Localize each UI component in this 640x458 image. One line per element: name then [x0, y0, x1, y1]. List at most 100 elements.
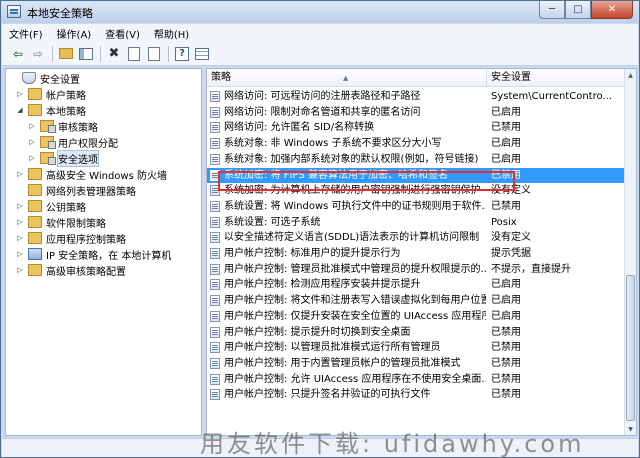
expand-arrow-icon[interactable]: ▷ — [28, 138, 36, 146]
policy-row[interactable]: 用户帐户控制: 提示提升时切换到安全桌面 已禁用 — [207, 325, 625, 341]
scroll-up-icon[interactable]: ▲ — [625, 69, 636, 81]
policy-row[interactable]: 用户帐户控制: 管理员批准模式中管理员的提升权限提示的... 不提示，直接提升 — [207, 262, 625, 278]
folder-icon — [28, 168, 42, 180]
tree-item-label: 公钥策略 — [46, 202, 86, 214]
policy-row[interactable]: 用户帐户控制: 允许 UIAccess 应用程序在不使用安全桌面... 已禁用 — [207, 372, 625, 388]
policy-setting-value: 已禁用 — [491, 342, 521, 354]
policy-name: 用户帐户控制: 管理员批准模式中管理员的提升权限提示的... — [224, 263, 486, 275]
policy-row[interactable]: 网络访问: 允许匿名 SID/名称转换 已禁用 — [207, 120, 625, 136]
policy-setting-value: 已启用 — [491, 279, 521, 291]
tree-item-network-list-manager[interactable]: 网络列表管理器策略 — [16, 182, 136, 198]
tree-toggle — [16, 186, 24, 194]
window-title: 本地安全策略 — [27, 7, 93, 20]
policy-list-pane[interactable]: 策略 ▲ 安全设置 网络访问: 可远程访问的注册表路径和子路径 System\Cu… — [206, 68, 637, 436]
policy-name: 网络访问: 限制对命名管道和共享的匿名访问 — [224, 106, 421, 118]
expand-arrow-icon[interactable]: ▷ — [16, 250, 24, 258]
menu-view[interactable]: 查看(V) — [98, 26, 147, 41]
tree-item-label: 用户权限分配 — [58, 138, 118, 150]
view-grid-button[interactable] — [194, 46, 210, 62]
tree-item-account-policies[interactable]: ▷ 帐户策略 — [16, 86, 86, 102]
policy-name: 系统设置: 将 Windows 可执行文件中的证书规则用于软件... — [224, 200, 486, 212]
toolbar-separator — [52, 45, 53, 62]
title-bar[interactable]: 本地安全策略 ─ □ ✕ — [1, 1, 639, 23]
expand-arrow-icon[interactable]: ▷ — [16, 202, 24, 210]
expand-arrow-icon[interactable]: ▷ — [16, 218, 24, 226]
policy-row[interactable]: 系统对象: 非 Windows 子系统不要求区分大小写 已启用 — [207, 136, 625, 152]
folder-up-icon — [59, 48, 73, 59]
policy-row[interactable]: 用户帐户控制: 将文件和注册表写入错误虚拟化到每用户位置 已启用 — [207, 293, 625, 309]
tree-item-security-options[interactable]: ▷ 安全选项 — [28, 149, 99, 167]
policy-row[interactable]: 用户帐户控制: 以管理员批准模式运行所有管理员 已禁用 — [207, 340, 625, 356]
vertical-scrollbar[interactable]: ▲ ▼ — [624, 69, 636, 435]
tree-item-ip-security[interactable]: ▷ IP 安全策略，在 本地计算机 — [16, 246, 171, 262]
policy-row[interactable]: 用户帐户控制: 仅提升安装在安全位置的 UIAccess 应用程序 已启用 — [207, 309, 625, 325]
close-button[interactable]: ✕ — [591, 1, 633, 19]
tree-item-user-rights-assignment[interactable]: ▷ 用户权限分配 — [28, 134, 118, 150]
scroll-down-icon[interactable]: ▼ — [625, 423, 636, 435]
policy-setting-icon — [210, 122, 220, 134]
properties-button[interactable] — [126, 46, 142, 62]
policy-row[interactable]: 系统设置: 可选子系统 Posix — [207, 215, 625, 231]
policy-row[interactable]: 系统对象: 加强内部系统对象的默认权限(例如，符号链接) 已启用 — [207, 152, 625, 168]
policy-setting-icon — [210, 342, 220, 354]
minimize-button[interactable]: ─ — [539, 1, 565, 19]
delete-icon[interactable]: ✖ — [106, 46, 122, 62]
maximize-button[interactable]: □ — [565, 1, 591, 19]
policy-row[interactable]: 用户帐户控制: 用于内置管理员帐户的管理员批准模式 已禁用 — [207, 356, 625, 372]
policy-row[interactable]: 以安全描述符定义语言(SDDL)语法表示的计算机访问限制 没有定义 — [207, 230, 625, 246]
menu-file[interactable]: 文件(F) — [2, 26, 50, 41]
folder-icon — [28, 88, 42, 100]
policy-row[interactable]: 系统设置: 将 Windows 可执行文件中的证书规则用于软件... 已禁用 — [207, 199, 625, 215]
show-tree-button[interactable] — [78, 46, 94, 62]
policy-setting-value: 已启用 — [491, 138, 521, 150]
app-window: 本地安全策略 ─ □ ✕ 文件(F) 操作(A) 查看(V) 帮助(H) ⇦ ⇨… — [0, 0, 640, 458]
window-controls: ─ □ ✕ — [539, 1, 633, 19]
policy-name: 系统对象: 非 Windows 子系统不要求区分大小写 — [224, 138, 442, 150]
tree-item-software-restriction[interactable]: ▷ 软件限制策略 — [16, 214, 106, 230]
tree-pane[interactable]: 安全设置 ▷ 帐户策略 ◢ 本地策略 ▷ 审核策略 ▷ 用户权限分配 ▷ 安全选… — [5, 68, 202, 436]
expand-arrow-icon[interactable]: ▷ — [16, 90, 24, 98]
tree-item-public-key-policies[interactable]: ▷ 公钥策略 — [16, 198, 86, 214]
policy-row[interactable]: 网络访问: 限制对命名管道和共享的匿名访问 已启用 — [207, 105, 625, 121]
policy-row[interactable]: 用户帐户控制: 标准用户的提升提示行为 提示凭据 — [207, 246, 625, 262]
collapse-arrow-icon[interactable]: ◢ — [16, 106, 24, 114]
policy-setting-icon — [210, 263, 220, 275]
tree-item-audit-policy[interactable]: ▷ 审核策略 — [28, 118, 98, 134]
policy-name: 网络访问: 允许匿名 SID/名称转换 — [224, 122, 375, 134]
help-button[interactable]: ? — [174, 46, 190, 62]
column-header-policy[interactable]: 策略 ▲ — [207, 69, 487, 87]
folder-lock-icon — [40, 152, 56, 165]
expand-arrow-icon[interactable]: ▷ — [16, 266, 24, 274]
policy-setting-value: Posix — [491, 216, 517, 228]
back-arrow-icon[interactable]: ⇦ — [10, 46, 26, 62]
policy-setting-icon — [210, 295, 220, 307]
expand-arrow-icon[interactable]: ▷ — [28, 122, 36, 130]
policy-setting-icon — [210, 138, 220, 150]
policy-row[interactable]: 系统加密: 将 FIPS 兼容算法用于加密、哈希和签名 已禁用 — [207, 167, 625, 184]
menu-action[interactable]: 操作(A) — [50, 26, 99, 41]
policy-row[interactable]: 用户帐户控制: 检测应用程序安装并提示提升 已启用 — [207, 277, 625, 293]
forward-arrow-icon[interactable]: ⇨ — [30, 46, 46, 62]
list-header: 策略 ▲ 安全设置 — [207, 69, 625, 87]
scroll-thumb[interactable] — [626, 275, 635, 421]
policy-setting-value: 已启用 — [491, 295, 521, 307]
policy-row[interactable]: 网络访问: 可远程访问的注册表路径和子路径 System\CurrentContr… — [207, 89, 625, 105]
tree-item-security-settings[interactable]: 安全设置 — [10, 70, 80, 86]
policy-name: 用户帐户控制: 用于内置管理员帐户的管理员批准模式 — [224, 357, 461, 369]
folder-up-button[interactable] — [58, 46, 74, 62]
shield-icon — [22, 72, 36, 84]
menu-help[interactable]: 帮助(H) — [147, 26, 196, 41]
expand-arrow-icon[interactable]: ▷ — [16, 234, 24, 242]
tree-item-application-control[interactable]: ▷ 应用程序控制策略 — [16, 230, 126, 246]
expand-arrow-icon[interactable]: ▷ — [16, 170, 24, 178]
tree-item-windows-firewall[interactable]: ▷ 高级安全 Windows 防火墙 — [16, 166, 167, 182]
policy-row[interactable]: 用户帐户控制: 只提升签名并验证的可执行文件 已禁用 — [207, 387, 625, 403]
policy-row[interactable]: 系统加密: 为计算机上存储的用户密钥强制进行强密钥保护 没有定义 — [207, 183, 625, 199]
folder-icon — [28, 216, 42, 228]
tree-item-advanced-audit[interactable]: ▷ 高级审核策略配置 — [16, 262, 126, 278]
tree-item-local-policies[interactable]: ◢ 本地策略 — [16, 102, 86, 118]
tree-item-label: IP 安全策略，在 本地计算机 — [46, 250, 172, 262]
expand-arrow-icon[interactable]: ▷ — [28, 154, 36, 162]
export-list-button[interactable] — [146, 46, 162, 62]
column-header-setting[interactable]: 安全设置 — [487, 69, 625, 87]
